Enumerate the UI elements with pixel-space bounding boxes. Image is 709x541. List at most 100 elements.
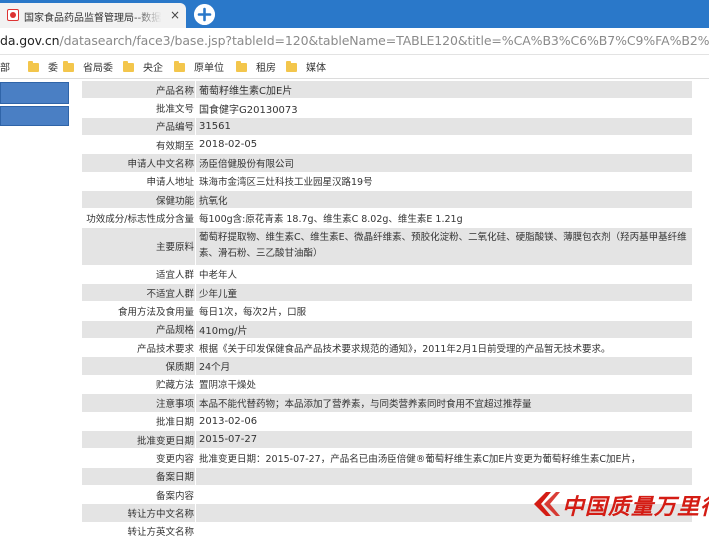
bookmarks-bar: 部 委 省局委 央企 原单位 租房 媒体 — [0, 55, 709, 79]
field-label: 贮藏方法 — [82, 375, 195, 394]
bookmark-label: 部 — [0, 63, 10, 74]
table-row: 有效期至 2018-02-05 — [82, 136, 692, 154]
field-value: 本品不能代替药物；本品添加了营养素，与同类营养素同时食用不宜超过推荐量 — [196, 394, 692, 412]
left-nav-button[interactable] — [0, 82, 69, 104]
field-value: 珠海市金湾区三灶科技工业园星汉路19号 — [196, 172, 692, 191]
url-path: /datasearch/face3/base.jsp?tableId=120&t… — [59, 33, 709, 48]
folder-icon — [286, 61, 297, 72]
field-value: 少年儿童 — [196, 284, 692, 302]
field-value: 410mg/片 — [196, 320, 692, 339]
record-detail-table: 产品名称 葡萄籽维生素C加E片 批准文号 国食健字G20130073 产品编号 31561… — [76, 81, 692, 541]
page-content: 产品名称 葡萄籽维生素C加E片 批准文号 国食健字G20130073 产品编号 31561… — [0, 79, 709, 540]
table-row: 食用方法及食用量 每日1次，每次2片，口服 — [82, 302, 692, 320]
table-row: 批准文号 国食健字G20130073 — [82, 99, 692, 117]
bookmark-folder[interactable]: 原单位 — [174, 59, 224, 74]
field-label: 批准变更日期 — [82, 430, 195, 449]
table-row: 适宜人群 中老年人 — [82, 265, 692, 284]
table-row: 保质期 24个月 — [82, 357, 692, 375]
field-value: 置阴凉干燥处 — [196, 375, 692, 394]
table-row: 产品名称 葡萄籽维生素C加E片 — [82, 81, 692, 99]
field-label: 批准日期 — [82, 412, 195, 430]
field-label: 保健功能 — [82, 191, 195, 209]
table-row: 保健功能 抗氧化 — [82, 191, 692, 209]
browser-tab-active[interactable]: 国家食品药品监督管理局--数据查询 × — [0, 3, 186, 28]
table-row: 贮藏方法 置阴凉干燥处 — [82, 375, 692, 394]
field-value: 抗氧化 — [196, 191, 692, 209]
field-label: 食用方法及食用量 — [82, 302, 195, 320]
bookmark-folder[interactable]: 省局委 — [63, 59, 113, 74]
table-row: 产品编号 31561 — [82, 117, 692, 136]
bookmark-folder[interactable]: 租房 — [236, 59, 276, 74]
bookmark-item[interactable]: 部 — [0, 59, 10, 74]
field-label: 功效成分/标志性成分含量 — [76, 209, 195, 227]
table-row: 注意事项 本品不能代替药物；本品添加了营养素，与同类营养素同时食用不宜超过推荐量 — [82, 394, 692, 412]
table-row: 产品技术要求 根据《关于印发保健食品产品技术要求规范的通知》，2011年2月1日前… — [82, 339, 692, 357]
field-value: 根据《关于印发保健食品产品技术要求规范的通知》，2011年2月1日前受理的产品暂… — [196, 339, 692, 357]
watermark-logo-icon — [534, 492, 560, 516]
field-label: 注意事项 — [82, 394, 195, 412]
field-label: 保质期 — [82, 357, 195, 375]
field-label: 主要原料 — [82, 227, 195, 265]
field-value: 24个月 — [196, 357, 692, 375]
field-label: 申请人中文名称 — [82, 154, 195, 172]
field-value: 批准变更日期：2015-07-27，产品名已由汤臣倍健®葡萄籽维生素C加E片变更… — [196, 449, 692, 467]
bookmark-label: 原单位 — [194, 63, 224, 74]
bookmark-label: 省局委 — [83, 63, 113, 74]
table-row: 产品规格 410mg/片 — [82, 320, 692, 339]
bookmark-folder[interactable]: 委 — [28, 59, 58, 74]
bookmark-label: 委 — [48, 63, 58, 74]
table-row: 备案日期 — [82, 467, 692, 486]
field-label: 备案日期 — [82, 467, 195, 485]
field-label: 产品编号 — [82, 117, 195, 136]
field-value: 每日1次，每次2片，口服 — [196, 302, 692, 320]
new-tab-button[interactable] — [194, 4, 215, 25]
field-label: 有效期至 — [82, 136, 195, 154]
field-value: 国食健字G20130073 — [196, 99, 692, 117]
field-label: 产品名称 — [82, 81, 195, 99]
folder-icon — [63, 61, 74, 72]
field-label: 转让方中文名称 — [82, 504, 195, 522]
bookmark-label: 媒体 — [306, 63, 326, 74]
field-label: 不适宜人群 — [82, 284, 195, 302]
table-row: 不适宜人群 少年儿童 — [82, 284, 692, 302]
table-row: 批准日期 2013-02-06 — [82, 412, 692, 431]
bookmark-folder[interactable]: 媒体 — [286, 59, 326, 74]
field-label: 备案内容 — [82, 485, 195, 504]
table-row: 变更内容 批准变更日期：2015-07-27，产品名已由汤臣倍健®葡萄籽维生素C加… — [82, 449, 692, 467]
watermark-text: 中国质量万里行 — [562, 494, 709, 520]
table-row: 批准变更日期 2015-07-27 — [82, 430, 692, 449]
site-favicon-icon — [7, 9, 19, 21]
table-row: 主要原料 葡萄籽提取物、维生素C、维生素E、微晶纤维素、预胶化淀粉、二氧化硅、硬脂… — [82, 227, 692, 266]
bookmark-label: 央企 — [143, 63, 163, 74]
field-value: 2013-02-06 — [196, 412, 692, 430]
table-row: 申请人地址 珠海市金湾区三灶科技工业园星汉路19号 — [82, 172, 692, 191]
field-value: 中老年人 — [196, 265, 692, 284]
table-row: 功效成分/标志性成分含量 每100g含:原花青素 18.7g、维生素C 8.02g… — [76, 209, 692, 227]
field-value: 每100g含:原花青素 18.7g、维生素C 8.02g、维生素E 1.21g — [196, 209, 692, 227]
url-host: da.gov.cn — [0, 33, 60, 48]
field-label: 转让方英文名称 — [82, 522, 195, 540]
url-text[interactable]: da.gov.cn/datasearch/face3/base.jsp?tabl… — [0, 33, 709, 49]
tab-title: 国家食品药品监督管理局--数据查询 — [24, 13, 162, 23]
field-label: 批准文号 — [82, 99, 195, 117]
field-label: 适宜人群 — [82, 265, 195, 284]
field-label: 产品技术要求 — [82, 339, 195, 357]
tab-close-button[interactable]: × — [168, 8, 182, 22]
table-row: 申请人中文名称 汤臣倍健股份有限公司 — [82, 154, 692, 172]
field-value: 31561 — [196, 117, 692, 136]
browser-tab-strip: 国家食品药品监督管理局--数据查询 × — [0, 0, 709, 28]
field-label: 变更内容 — [82, 449, 195, 467]
field-value: 2015-07-27 — [196, 430, 692, 449]
field-label: 申请人地址 — [82, 172, 195, 191]
bookmark-folder[interactable]: 央企 — [123, 59, 163, 74]
left-nav-button[interactable] — [0, 106, 69, 126]
field-value: 葡萄籽提取物、维生素C、维生素E、微晶纤维素、预胶化淀粉、二氧化硅、硬脂酸镁、薄… — [196, 227, 692, 265]
folder-icon — [236, 61, 247, 72]
field-value: 汤臣倍健股份有限公司 — [196, 154, 692, 172]
bookmark-label: 租房 — [256, 63, 276, 74]
address-bar[interactable]: da.gov.cn/datasearch/face3/base.jsp?tabl… — [0, 28, 709, 55]
watermark: 中国质量万里行 — [530, 486, 709, 526]
folder-icon — [28, 61, 39, 72]
folder-icon — [174, 61, 185, 72]
field-value: 2018-02-05 — [196, 136, 692, 154]
